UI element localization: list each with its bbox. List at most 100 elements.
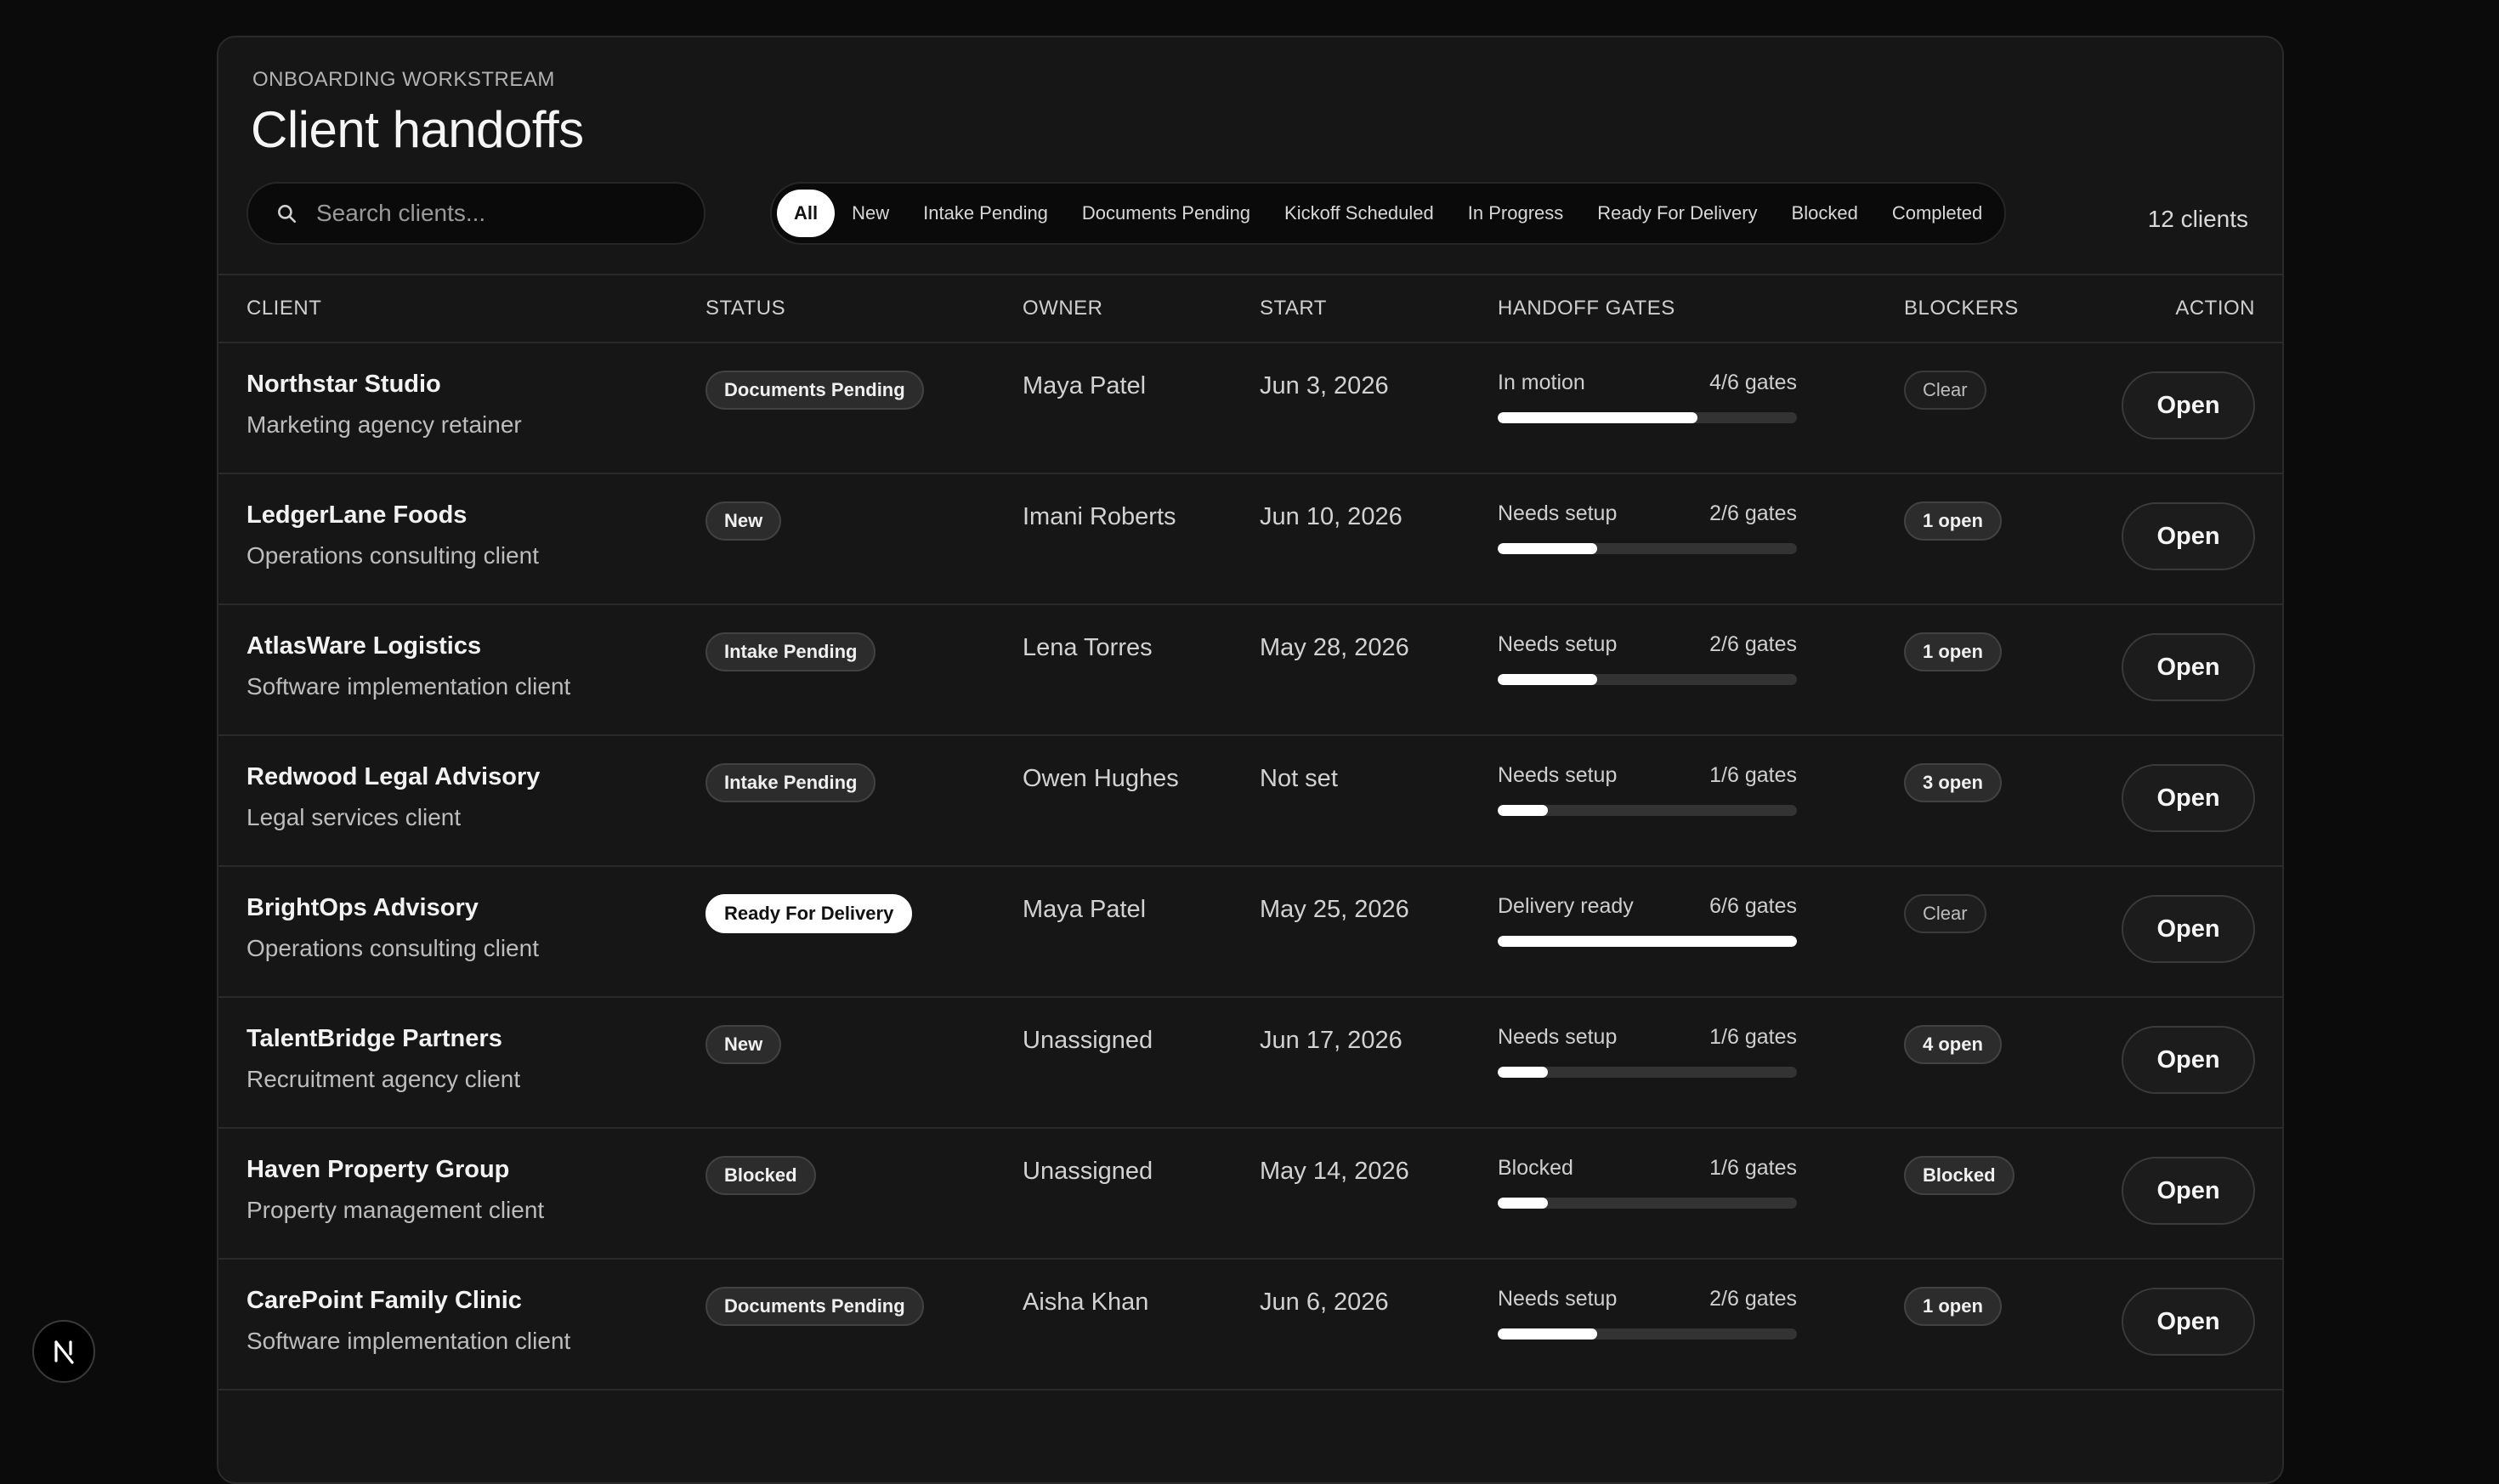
filter-chip-all[interactable]: All <box>777 190 836 237</box>
table-row[interactable]: BrightOps Advisory Operations consulting … <box>218 867 2282 998</box>
owner-name: Unassigned <box>1023 1158 1153 1185</box>
client-description: Software implementation client <box>246 1328 571 1354</box>
search-box[interactable] <box>246 182 706 245</box>
column-blockers[interactable]: BLOCKERS <box>1904 275 2019 342</box>
blockers-badge: 4 open <box>1904 1025 2002 1064</box>
table-row[interactable]: Haven Property Group Property management … <box>218 1129 2282 1260</box>
blockers-badge: Clear <box>1904 894 1986 933</box>
gate-progress-fill <box>1498 412 1697 423</box>
owner-name: Maya Patel <box>1023 896 1147 923</box>
status-filter-bar: All New Intake Pending Documents Pending Kic… <box>770 182 2007 245</box>
table-row[interactable]: Redwood Legal Advisory Legal services cli… <box>218 736 2282 867</box>
filter-chip-new[interactable]: New <box>835 190 906 237</box>
client-name[interactable]: Haven Property Group <box>246 1156 509 1184</box>
start-date: May 14, 2026 <box>1260 1158 1409 1185</box>
start-date: Jun 3, 2026 <box>1260 372 1389 399</box>
column-handoff-gates[interactable]: HANDOFF GATES <box>1498 275 1675 342</box>
gate-count: 1/6 gates <box>1709 1025 1797 1049</box>
start-date: Not set <box>1260 765 1338 792</box>
open-button[interactable]: Open <box>2122 1026 2255 1094</box>
gate-progress-bar <box>1498 1328 1797 1340</box>
next-logo-button[interactable] <box>32 1320 95 1383</box>
client-name[interactable]: Northstar Studio <box>246 371 441 399</box>
column-client[interactable]: CLIENT <box>246 275 321 342</box>
open-button[interactable]: Open <box>2122 633 2255 701</box>
client-description: Property management client <box>246 1197 545 1223</box>
gate-count: 6/6 gates <box>1709 894 1797 918</box>
gate-progress-bar <box>1498 543 1797 554</box>
gate-progress-bar <box>1498 805 1797 816</box>
gate-progress-fill <box>1498 1198 1548 1209</box>
filter-chip-completed[interactable]: Completed <box>1875 190 1999 237</box>
filter-chip-blocked[interactable]: Blocked <box>1775 190 1875 237</box>
client-handoffs-panel: ONBOARDING WORKSTREAM Client handoffs Al… <box>217 36 2284 1484</box>
filter-chip-intake-pending[interactable]: Intake Pending <box>906 190 1065 237</box>
table-row[interactable]: CarePoint Family Clinic Software implemen… <box>218 1260 2282 1391</box>
blockers-badge: 1 open <box>1904 632 2002 671</box>
start-date: May 25, 2026 <box>1260 896 1409 923</box>
blockers-badge: 1 open <box>1904 1287 2002 1326</box>
table-row[interactable]: AtlasWare Logistics Software implementati… <box>218 605 2282 736</box>
filter-chip-ready-for-delivery[interactable]: Ready For Delivery <box>1580 190 1774 237</box>
gate-progress-bar <box>1498 1198 1797 1209</box>
client-name[interactable]: Redwood Legal Advisory <box>246 763 540 791</box>
table-header: CLIENT STATUS OWNER START HANDOFF GATES … <box>218 274 2282 343</box>
gate-progress-fill <box>1498 1067 1548 1078</box>
client-description: Recruitment agency client <box>246 1066 521 1092</box>
blockers-badge: 3 open <box>1904 763 2002 802</box>
client-description: Marketing agency retainer <box>246 411 522 438</box>
blockers-badge: Clear <box>1904 371 1986 410</box>
open-button[interactable]: Open <box>2122 895 2255 963</box>
status-badge: New <box>706 501 782 541</box>
column-status[interactable]: STATUS <box>706 275 785 342</box>
filter-chip-kickoff-scheduled[interactable]: Kickoff Scheduled <box>1267 190 1451 237</box>
client-name[interactable]: CarePoint Family Clinic <box>246 1287 522 1315</box>
gate-progress-fill <box>1498 674 1598 685</box>
filter-chip-documents-pending[interactable]: Documents Pending <box>1065 190 1267 237</box>
gate-count: 2/6 gates <box>1709 501 1797 525</box>
client-description: Legal services client <box>246 804 462 830</box>
gate-count: 4/6 gates <box>1709 371 1797 394</box>
next-logo-icon <box>54 1340 74 1364</box>
start-date: May 28, 2026 <box>1260 634 1409 661</box>
client-name[interactable]: BrightOps Advisory <box>246 894 479 922</box>
status-badge: Ready For Delivery <box>706 894 913 933</box>
open-button[interactable]: Open <box>2122 1157 2255 1225</box>
gate-progress-fill <box>1498 805 1548 816</box>
column-start[interactable]: START <box>1260 275 1327 342</box>
owner-name: Owen Hughes <box>1023 765 1179 792</box>
status-badge: Intake Pending <box>706 763 876 802</box>
search-input[interactable] <box>314 199 675 228</box>
client-description: Operations consulting client <box>246 935 539 961</box>
owner-name: Maya Patel <box>1023 372 1147 399</box>
client-name[interactable]: LedgerLane Foods <box>246 501 467 530</box>
open-button[interactable]: Open <box>2122 764 2255 832</box>
client-name[interactable]: TalentBridge Partners <box>246 1025 502 1053</box>
filter-chip-in-progress[interactable]: In Progress <box>1451 190 1581 237</box>
status-badge: Blocked <box>706 1156 816 1195</box>
gate-count: 1/6 gates <box>1709 1156 1797 1180</box>
gate-progress-bar <box>1498 674 1797 685</box>
owner-name: Lena Torres <box>1023 634 1153 661</box>
status-badge: Documents Pending <box>706 371 924 410</box>
gate-count: 1/6 gates <box>1709 763 1797 787</box>
column-action: ACTION <box>2175 297 2255 320</box>
status-badge: New <box>706 1025 782 1064</box>
column-owner[interactable]: OWNER <box>1023 275 1103 342</box>
gate-progress-bar <box>1498 412 1797 423</box>
start-date: Jun 17, 2026 <box>1260 1027 1402 1054</box>
client-name[interactable]: AtlasWare Logistics <box>246 632 481 660</box>
page-eyebrow: ONBOARDING WORKSTREAM <box>252 68 555 91</box>
start-date: Jun 6, 2026 <box>1260 1289 1389 1316</box>
open-button[interactable]: Open <box>2122 371 2255 439</box>
blockers-badge: Blocked <box>1904 1156 2014 1195</box>
table-row[interactable]: Northstar Studio Marketing agency retaine… <box>218 343 2282 474</box>
open-button[interactable]: Open <box>2122 502 2255 570</box>
client-description: Software implementation client <box>246 673 571 700</box>
status-badge: Intake Pending <box>706 632 876 671</box>
table-row[interactable]: LedgerLane Foods Operations consulting cl… <box>218 474 2282 605</box>
open-button[interactable]: Open <box>2122 1288 2255 1356</box>
owner-name: Imani Roberts <box>1023 503 1176 530</box>
gate-progress-fill <box>1498 936 1797 947</box>
table-row[interactable]: TalentBridge Partners Recruitment agency … <box>218 998 2282 1129</box>
